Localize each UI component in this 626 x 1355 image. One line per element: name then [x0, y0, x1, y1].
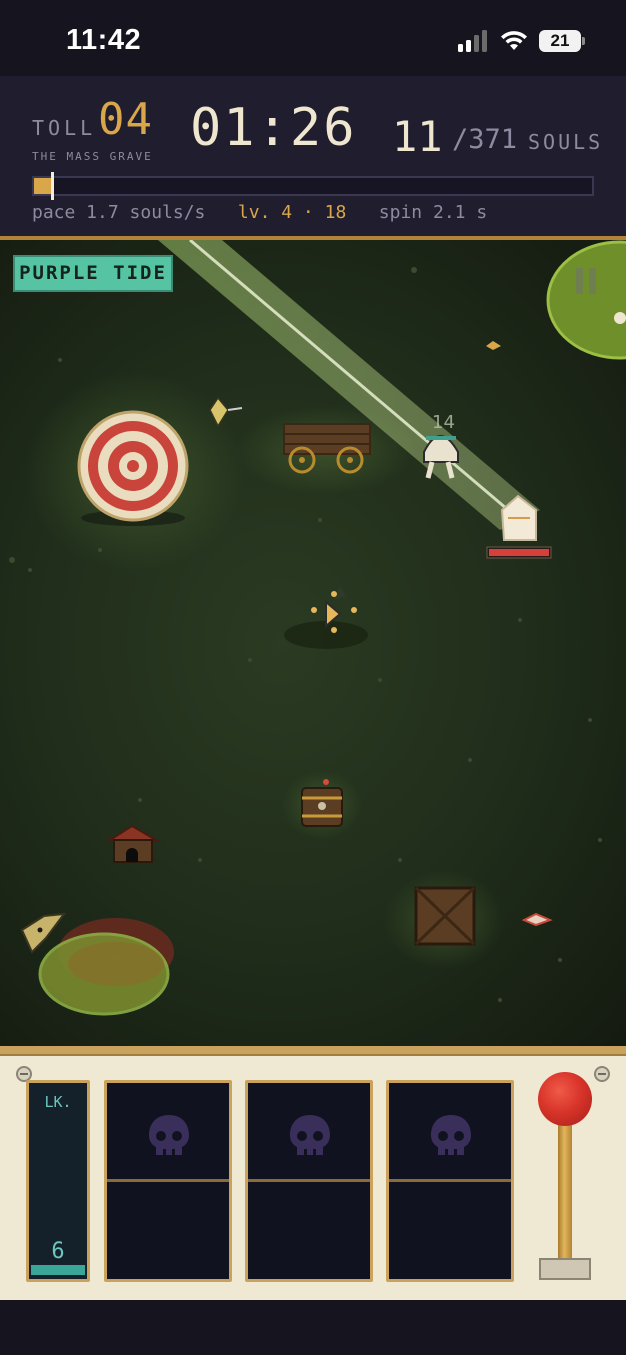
- toll-value: 04: [98, 94, 153, 145]
- spin-lever[interactable]: [536, 1072, 594, 1282]
- wave-name-badge: PURPLE TIDE: [13, 255, 173, 292]
- reel-divider: [107, 1179, 229, 1182]
- status-time: 11:42: [66, 24, 142, 56]
- souls-progress-fill: [34, 178, 51, 194]
- souls-total: /371: [452, 124, 518, 155]
- pause-icon-bar: [589, 268, 596, 294]
- slot-panel: LK. 6: [0, 1046, 626, 1300]
- blood-pool: [38, 918, 174, 1016]
- doghouse: [106, 824, 160, 863]
- slot-reel-3[interactable]: [386, 1080, 514, 1282]
- pause-button[interactable]: [576, 268, 600, 294]
- wifi-icon: [501, 31, 527, 50]
- slot-reel-1[interactable]: [104, 1080, 232, 1282]
- toll-label: TOLL: [32, 116, 97, 140]
- luck-fill: [31, 1265, 85, 1275]
- player-character: [284, 586, 368, 649]
- spin-stat: spin 2.1 s: [378, 202, 488, 223]
- reel-divider: [248, 1179, 370, 1182]
- hud: TOLL 04 THE MASS GRAVE 01:26 11 /371 SOU…: [0, 76, 626, 240]
- skull-icon: [290, 1115, 330, 1155]
- status-bar: 11:42 21: [0, 0, 626, 76]
- soul-shard: [486, 341, 501, 350]
- pause-icon: [576, 268, 583, 294]
- slot-reel-2[interactable]: [245, 1080, 373, 1282]
- reel-divider: [389, 1179, 511, 1182]
- wooden-crate: [414, 886, 476, 946]
- run-timer: 01:26: [190, 98, 357, 158]
- acid-pool: [546, 240, 626, 360]
- souls-label: SOULS: [528, 130, 604, 154]
- game-field[interactable]: PURPLE TIDE 14: [0, 240, 626, 1046]
- luck-label: LK.: [44, 1093, 72, 1111]
- pace-stat: pace 1.7 souls/s: [32, 202, 206, 223]
- stage-name: THE MASS GRAVE: [32, 150, 153, 163]
- souls-current: 11: [392, 112, 443, 161]
- heart-pickup: [521, 912, 553, 927]
- panel-rail: [0, 1046, 626, 1056]
- enemy-hp-label: 14: [432, 412, 455, 433]
- battery-icon: 21: [539, 30, 585, 52]
- boss-hp-fill: [489, 549, 549, 556]
- souls-progress-bar: [32, 172, 594, 200]
- level-stat: lv. 4 · 18: [237, 202, 347, 223]
- battery-level: 21: [550, 31, 570, 50]
- signal-icon: [458, 30, 487, 52]
- battery-cap: [582, 37, 585, 45]
- field-scene: [9, 240, 626, 1016]
- luck-value: 6: [51, 1239, 65, 1264]
- skull-icon: [431, 1115, 471, 1155]
- screw-icon: [594, 1066, 610, 1082]
- egg-icon: [614, 312, 626, 324]
- souls-progress-marker: [51, 172, 54, 200]
- lever-knob-icon[interactable]: [538, 1072, 592, 1126]
- skull-icon: [149, 1115, 189, 1155]
- home-indicator-area: [0, 1300, 626, 1355]
- luck-meter: LK. 6: [26, 1080, 90, 1282]
- stats-line: pace 1.7 souls/s lv. 4 · 18 spin 2.1 s: [32, 202, 487, 223]
- lever-base: [539, 1258, 591, 1280]
- lever-rod: [558, 1122, 572, 1260]
